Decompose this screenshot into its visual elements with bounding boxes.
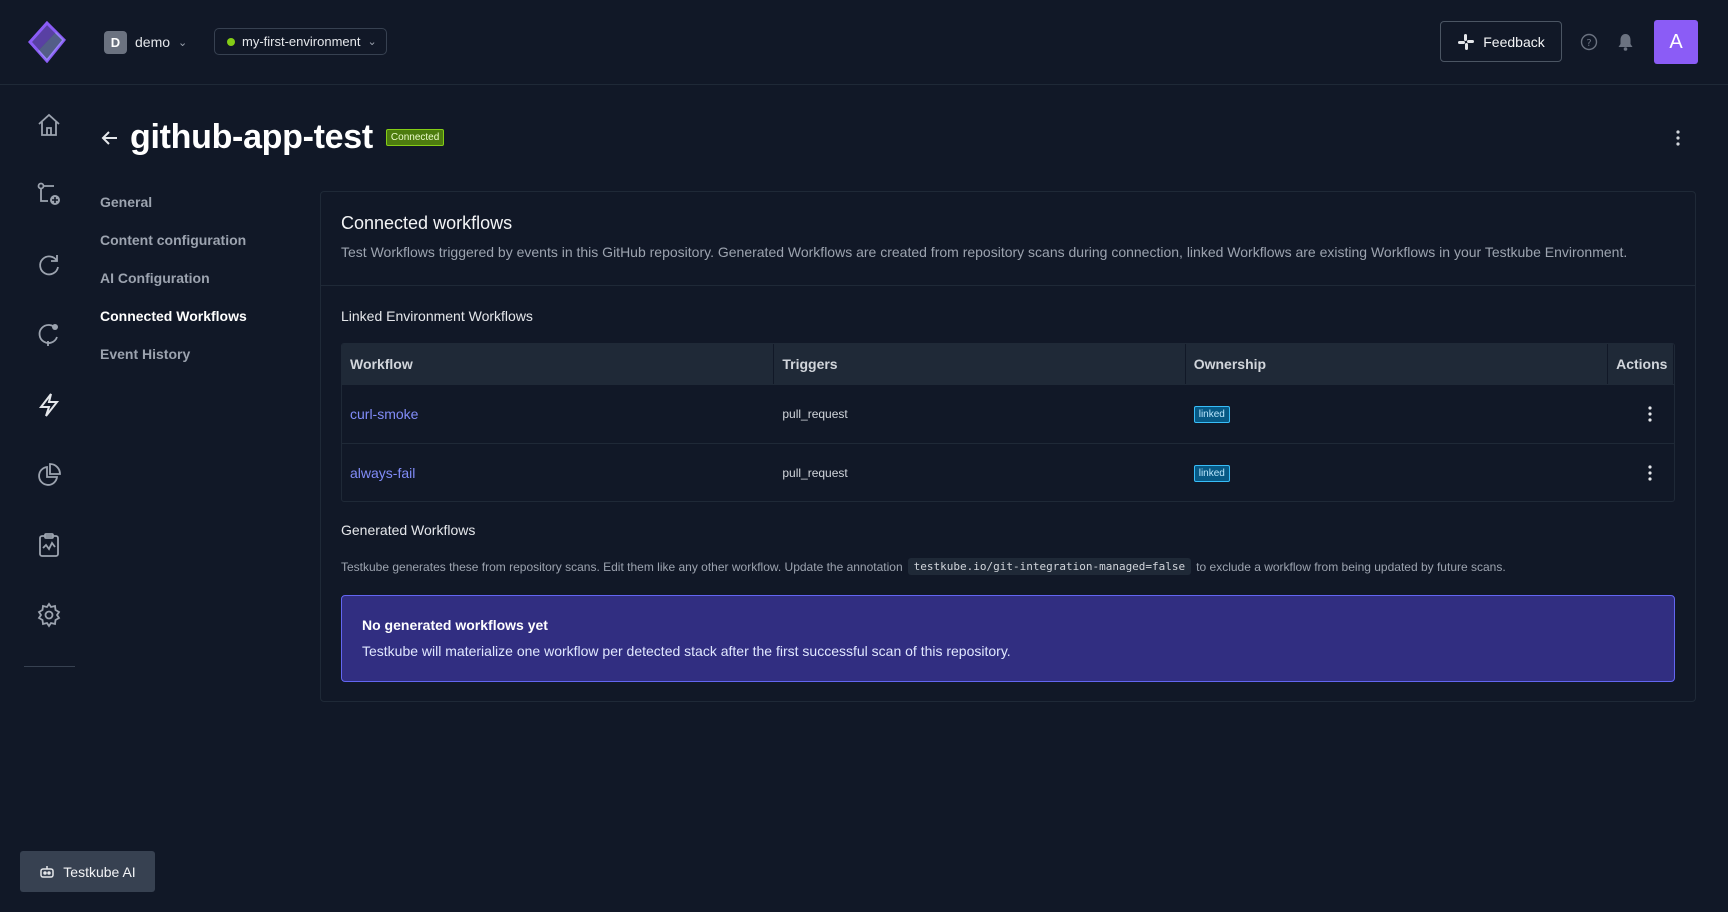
page-title: github-app-test [130,118,373,156]
table-row: always-fail pull_request linked [342,443,1674,501]
bell-icon[interactable] [1617,33,1634,51]
subnav-item-ai-configuration[interactable]: AI Configuration [100,268,247,306]
generated-desc-pre: Testkube generates these from repository… [341,559,903,574]
annotation-code: testkube.io/git-integration-managed=fals… [907,558,1192,575]
org-switcher[interactable]: D demo ⌄ [104,30,187,54]
more-vertical-icon[interactable] [1668,128,1688,148]
refresh-icon[interactable] [36,252,62,278]
more-vertical-icon[interactable] [1640,463,1660,483]
connected-workflows-panel: Connected workflows Test Workflows trigg… [320,191,1696,702]
linked-workflows-title: Linked Environment Workflows [341,308,533,324]
subnav-item-event-history[interactable]: Event History [100,344,247,382]
home-icon[interactable] [36,112,62,138]
empty-state-title: No generated workflows yet [362,617,548,633]
testkube-ai-button[interactable]: Testkube AI [20,851,155,892]
table-header: Workflow Triggers Ownership Actions [342,344,1674,384]
ownership-badge: linked [1193,405,1230,423]
panel-description: Test Workflows triggered by events in th… [341,244,1628,260]
environment-switcher[interactable]: my-first-environment ⌄ [214,28,387,55]
generated-workflows-title: Generated Workflows [341,522,476,538]
status-dot-icon [227,37,235,46]
subnav-item-general[interactable]: General [100,192,247,230]
org-name: demo [135,34,171,50]
subnav-item-content-configuration[interactable]: Content configuration [100,230,247,268]
chevron-down-icon: ⌄ [178,36,188,49]
top-bar: D demo ⌄ my-first-environment ⌄ Feedback… [0,0,1728,85]
svg-text:?: ? [1586,38,1591,49]
empty-state-description: Testkube will materialize one workflow p… [362,643,1011,659]
rail-divider [24,666,75,667]
status-badge: Connected [385,129,445,146]
lightning-icon[interactable] [36,392,62,418]
column-header-workflow: Workflow [342,344,775,384]
empty-state-banner: No generated workflows yet Testkube will… [341,595,1675,682]
ownership-badge: linked [1193,464,1230,482]
gear-icon[interactable] [36,602,62,628]
arrow-left-icon[interactable] [100,128,120,148]
testkube-ai-label: Testkube AI [63,863,136,880]
help-icon[interactable]: ? [1580,33,1598,51]
subnav-item-connected-workflows[interactable]: Connected Workflows [100,306,247,344]
workflow-link[interactable]: always-fail [350,465,415,481]
generated-workflows-description: Testkube generates these from repository… [341,558,1506,575]
workflow-link[interactable]: curl-smoke [350,406,418,422]
table-row: curl-smoke pull_request linked [342,384,1674,443]
pie-chart-icon[interactable] [36,462,62,488]
testkube-logo-icon[interactable] [28,21,66,63]
generated-desc-post: to exclude a workflow from being updated… [1196,559,1506,574]
chevron-down-icon: ⌄ [367,36,377,48]
column-header-triggers: Triggers [774,344,1186,384]
column-header-ownership: Ownership [1186,344,1609,384]
org-avatar: D [104,30,127,54]
column-header-actions: Actions [1608,344,1674,384]
slack-icon [1458,33,1475,50]
triggers-icon[interactable] [36,321,62,347]
feedback-button[interactable]: Feedback [1440,21,1562,62]
clipboard-icon[interactable] [36,532,62,558]
user-avatar[interactable]: A [1654,20,1698,64]
page-header: github-app-test Connected [100,115,445,160]
add-workflow-icon[interactable] [36,181,62,207]
robot-icon [40,865,55,878]
trigger-cell: pull_request [782,466,848,480]
more-vertical-icon[interactable] [1640,404,1660,424]
panel-title: Connected workflows [341,213,513,233]
environment-name: my-first-environment [242,34,361,49]
feedback-label: Feedback [1483,33,1545,50]
settings-subnav: General Content configuration AI Configu… [100,192,247,382]
icon-rail [0,86,98,912]
panel-header: Connected workflows Test Workflows trigg… [321,192,1695,286]
trigger-cell: pull_request [782,407,848,421]
linked-workflows-table: Workflow Triggers Ownership Actions curl… [341,343,1675,502]
